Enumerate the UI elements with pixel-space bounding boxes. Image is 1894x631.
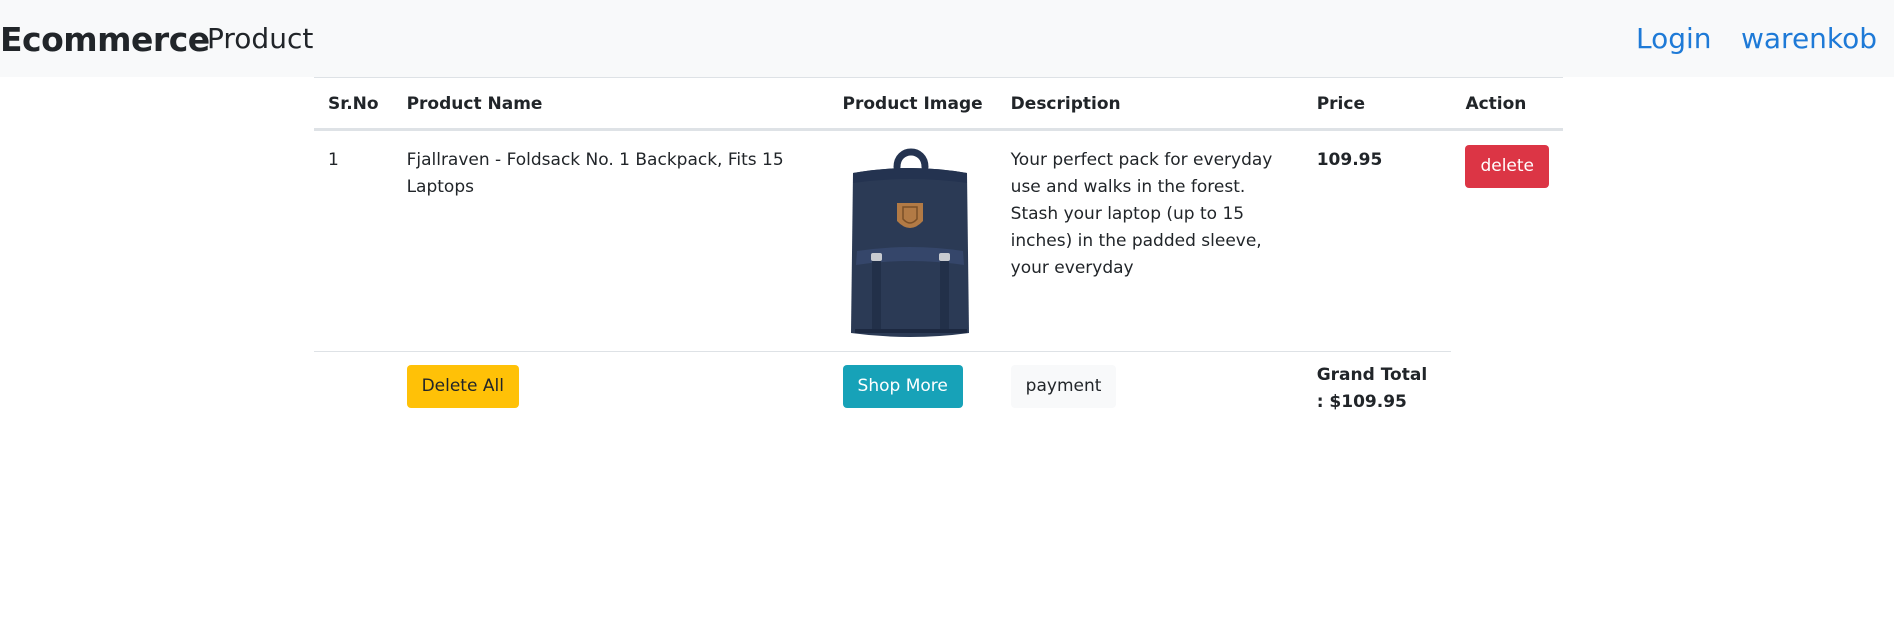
backpack-image	[850, 148, 969, 337]
header-sr-no: Sr.No	[314, 77, 393, 131]
footer-last-cell	[1451, 352, 1563, 429]
cell-description: Your perfect pack for everyday use and w…	[1010, 150, 1273, 278]
navbar: Ecommerce Product Login warenkob	[0, 0, 1894, 77]
nav-link-login[interactable]: Login	[1636, 18, 1712, 60]
nav-link-user[interactable]: warenkob	[1741, 18, 1877, 60]
nav-link-product[interactable]: Product	[207, 18, 313, 60]
cell-action: delete	[1451, 130, 1563, 352]
cell-price: 109.95	[1316, 150, 1383, 170]
header-description: Description	[996, 77, 1303, 131]
cell-product-image	[829, 130, 997, 352]
brand-logo[interactable]: Ecommerce	[0, 18, 210, 62]
payment-button[interactable]: payment	[1010, 365, 1117, 408]
footer-delete-all-cell: Delete All	[392, 351, 829, 428]
delete-button[interactable]: delete	[1465, 145, 1549, 188]
header-product-name: Product Name	[392, 77, 829, 131]
delete-all-button[interactable]: Delete All	[406, 365, 519, 408]
grand-total: Grand Total : $109.95	[1316, 365, 1428, 412]
header-product-image: Product Image	[828, 77, 997, 131]
footer-shop-more-cell: Shop More	[828, 351, 997, 428]
header-action: Action	[1451, 77, 1563, 131]
cell-product-name: Fjallraven - Foldsack No. 1 Backpack, Fi…	[406, 150, 784, 197]
shop-more-button[interactable]: Shop More	[842, 365, 963, 408]
cart-table: Sr.No Product Name Product Image Descrip…	[314, 77, 1563, 428]
footer-empty-cell	[314, 351, 393, 428]
footer-grand-total-cell: Grand Total : $109.95	[1302, 351, 1452, 428]
table-row: 1 Fjallraven - Foldsack No. 1 Backpack, …	[314, 130, 1563, 352]
table-header-row: Sr.No Product Name Product Image Descrip…	[314, 77, 1563, 131]
cell-sr-no: 1	[328, 150, 339, 170]
footer-payment-cell: payment	[996, 351, 1303, 428]
table-footer-row: Delete All Shop More payment Grand Total…	[314, 351, 1563, 429]
header-price: Price	[1302, 77, 1452, 131]
